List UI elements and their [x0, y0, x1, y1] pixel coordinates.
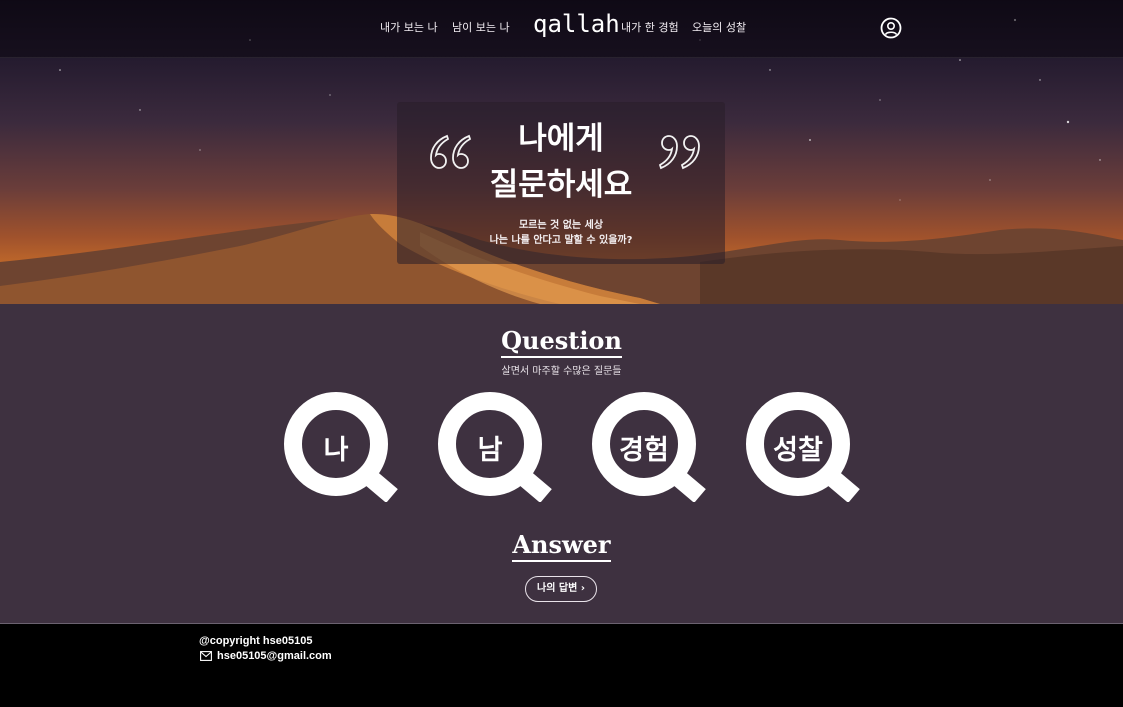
my-answer-button[interactable]: 나의 답변 ›: [525, 576, 597, 602]
hero-subtitle-line2: 나는 나를 안다고 말할 수 있을까?: [489, 235, 633, 246]
hero-subtitle: 모르는 것 없는 세상 나는 나를 안다고 말할 수 있을까?: [397, 218, 725, 248]
nav-link-experience[interactable]: 내가 한 경험: [621, 19, 679, 35]
question-card-others[interactable]: 남: [438, 392, 556, 502]
hero-banner: 내가 보는 나 남이 보는 나 qallah 내가 한 경험 오늘의 성찰 나에…: [0, 0, 1123, 304]
page: 내가 보는 나 남이 보는 나 qallah 내가 한 경험 오늘의 성찰 나에…: [0, 0, 1123, 707]
hero-title-line1: 나에게: [518, 121, 604, 156]
question-title-text: Question: [501, 326, 622, 358]
footer-email[interactable]: hse05105@gmail.com: [217, 650, 332, 662]
question-section-subtitle: 살면서 마주할 수많은 질문들: [501, 366, 622, 377]
answer-title-text: Answer: [512, 530, 611, 562]
logo[interactable]: qallah: [533, 10, 620, 38]
question-card-label: 남: [477, 435, 503, 465]
question-card-self[interactable]: 나: [284, 392, 402, 502]
question-card-reflection[interactable]: 성찰: [746, 392, 864, 502]
user-circle-icon[interactable]: [880, 17, 902, 39]
hero-title: 나에게 질문하세요: [397, 116, 725, 208]
question-card-experience[interactable]: 경험: [592, 392, 710, 502]
hero-subtitle-line1: 모르는 것 없는 세상: [518, 220, 604, 231]
chevron-right-icon: ›: [580, 583, 585, 594]
footer-copyright: @copyright hse05105: [199, 635, 313, 647]
main-content: Question 살면서 마주할 수많은 질문들 나 남 경험 성찰 Answe…: [0, 304, 1123, 623]
question-card-label: 성찰: [773, 435, 823, 465]
nav-link-reflection[interactable]: 오늘의 성찰: [692, 19, 746, 35]
nav-link-self-view[interactable]: 내가 보는 나: [380, 19, 438, 35]
hero-quote-box: 나에게 질문하세요 모르는 것 없는 세상 나는 나를 안다고 말할 수 있을까…: [397, 102, 725, 264]
question-card-label: 경험: [619, 435, 669, 465]
hero-title-line2: 질문하세요: [489, 167, 633, 202]
nav-link-others-view[interactable]: 남이 보는 나: [452, 19, 510, 35]
question-card-label: 나: [323, 435, 349, 465]
answer-section-title: Answer: [0, 530, 1123, 562]
footer: @copyright hse05105 hse05105@gmail.com: [0, 623, 1123, 707]
mail-icon: [200, 651, 212, 661]
top-navigation-bar: 내가 보는 나 남이 보는 나 qallah 내가 한 경험 오늘의 성찰: [0, 0, 1123, 58]
my-answer-button-label: 나의 답변: [537, 583, 578, 594]
question-section-title: Question: [0, 326, 1123, 358]
